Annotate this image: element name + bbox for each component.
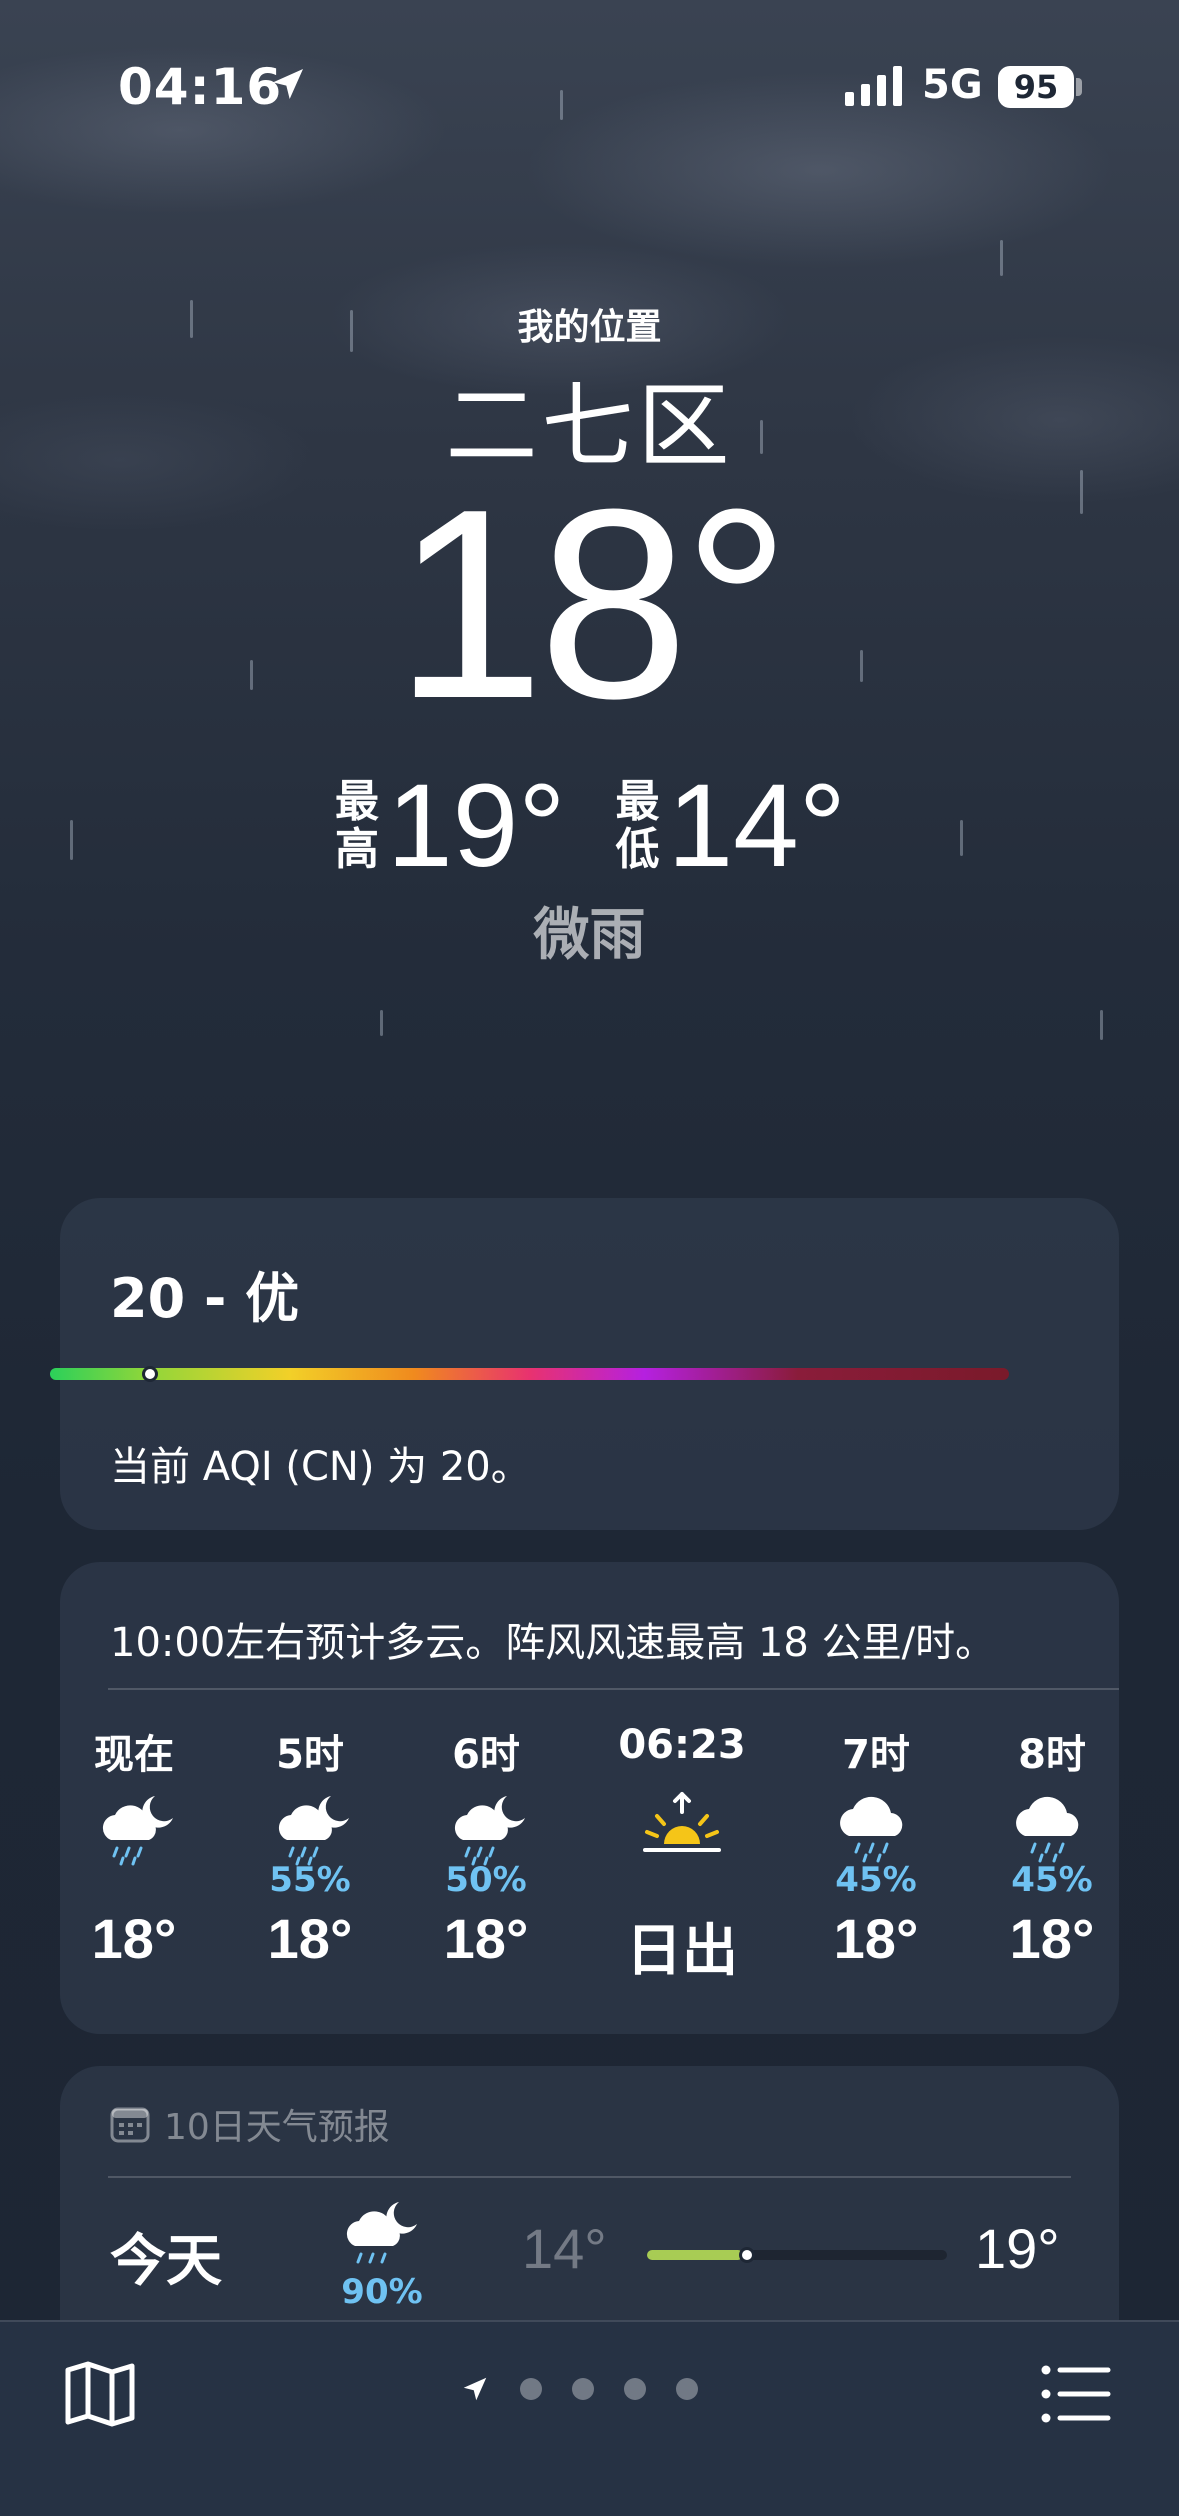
hour-time: 现在 — [94, 1732, 174, 1778]
air-quality-card[interactable]: 20 - 优 当前 AQI (CN) 为 20。 — [60, 1198, 1119, 1530]
hour-temp: 18° — [267, 1907, 353, 1970]
forecast-high: 19° — [975, 2217, 1060, 2280]
location-arrow-icon[interactable] — [460, 2374, 490, 2404]
network-type: 5G — [922, 62, 983, 108]
list-icon[interactable] — [1040, 2362, 1112, 2426]
hour-precip: 55% — [269, 1860, 351, 1900]
hour-time: 6时 — [452, 1732, 520, 1778]
cellular-signal-icon — [845, 66, 902, 106]
aqi-description: 当前 AQI (CN) 为 20。 — [110, 1444, 531, 1490]
low-temperature: 14° — [667, 760, 846, 892]
raindrop — [1000, 240, 1003, 276]
page-dot[interactable] — [676, 2378, 698, 2400]
page-dot[interactable] — [520, 2378, 542, 2400]
raindrop — [1100, 1010, 1103, 1040]
hour-temp: 18° — [1009, 1907, 1095, 1970]
hour-precip — [602, 1860, 762, 1900]
hour-precip: 45% — [835, 1860, 917, 1900]
high-group: 最高 19° — [333, 758, 565, 894]
forecast-low: 14° — [522, 2217, 607, 2280]
cloud-moon-rain-icon — [102, 1796, 173, 1866]
aqi-title: 20 - 优 — [110, 1267, 300, 1330]
forecast-precip: 90% — [341, 2272, 423, 2312]
current-temperature-marker — [739, 2247, 755, 2263]
hour-time: 8时 — [1018, 1732, 1086, 1778]
hour-precip — [54, 1860, 214, 1900]
page-dot[interactable] — [572, 2378, 594, 2400]
hourly-summary: 10:00左右预计多云。阵风风速最高 18 公里/时。 — [110, 1620, 996, 1666]
hourly-forecast-card[interactable]: 10:00左右预计多云。阵风风速最高 18 公里/时。 现在 18° 5时 55… — [60, 1562, 1119, 2034]
hour-time: 7时 — [842, 1732, 910, 1778]
temperature-range-fill — [647, 2250, 743, 2260]
calendar-icon — [110, 2107, 150, 2143]
forecast-header: 10日天气预报 — [110, 2098, 390, 2150]
hour-time: 06:23 — [618, 1722, 746, 1768]
battery-indicator: 95 — [998, 66, 1074, 108]
high-temperature: 19° — [387, 760, 566, 892]
hour-temp: 18° — [443, 1907, 529, 1970]
cloud-rain-icon — [840, 1796, 903, 1863]
current-temperature: 18° — [394, 454, 790, 755]
map-icon[interactable] — [64, 2360, 136, 2428]
hour-item: 06:23 日出 — [602, 1722, 762, 1987]
low-label: 最低 — [615, 776, 660, 875]
my-location-label: 我的位置 — [517, 307, 662, 348]
divider — [108, 2176, 1071, 2178]
raindrop — [380, 1010, 383, 1036]
hour-item: 7时 45% 18° — [796, 1722, 956, 1971]
temperature-range-bar — [647, 2247, 947, 2263]
bottom-toolbar — [0, 2320, 1179, 2516]
status-time: 04:16 — [118, 58, 283, 116]
cloud-rain-icon — [1016, 1796, 1079, 1863]
hour-precip: 45% — [1011, 1860, 1093, 1900]
page-indicator[interactable] — [460, 2374, 698, 2404]
sunrise-icon — [643, 1792, 721, 1852]
hour-item: 6时 50% 18° — [406, 1722, 566, 1971]
hour-temp: 18° — [91, 1907, 177, 1970]
hour-precip: 50% — [445, 1860, 527, 1900]
hour-item: 5时 55% 18° — [230, 1722, 390, 1971]
battery-cap — [1076, 78, 1082, 96]
divider — [108, 1688, 1119, 1690]
page-dot[interactable] — [624, 2378, 646, 2400]
aqi-indicator — [142, 1366, 158, 1382]
cloud-moon-rain-icon — [278, 1796, 349, 1866]
location-arrow-icon — [273, 69, 303, 99]
high-low: 最高 19° 最低 14° — [0, 758, 1179, 894]
low-group: 最低 14° — [614, 758, 846, 894]
hour-item: 现在 18° — [54, 1722, 214, 1971]
aqi-scale-bar — [50, 1368, 1009, 1380]
forecast-day: 今天 — [110, 2229, 222, 2294]
cloud-moon-rain-icon — [346, 2202, 417, 2264]
hour-item: 8时 45% 18° — [972, 1722, 1132, 1971]
forecast-header-label: 10日天气预报 — [164, 2107, 390, 2148]
hour-time: 5时 — [276, 1732, 344, 1778]
cloud-moon-rain-icon — [454, 1796, 525, 1866]
hour-temp: 18° — [833, 1907, 919, 1970]
weather-condition: 微雨 — [533, 903, 646, 968]
hour-temp: 日出 — [626, 1919, 738, 1982]
high-label: 最高 — [335, 776, 380, 875]
status-bar: 04:16 5G 95 — [0, 0, 1179, 140]
